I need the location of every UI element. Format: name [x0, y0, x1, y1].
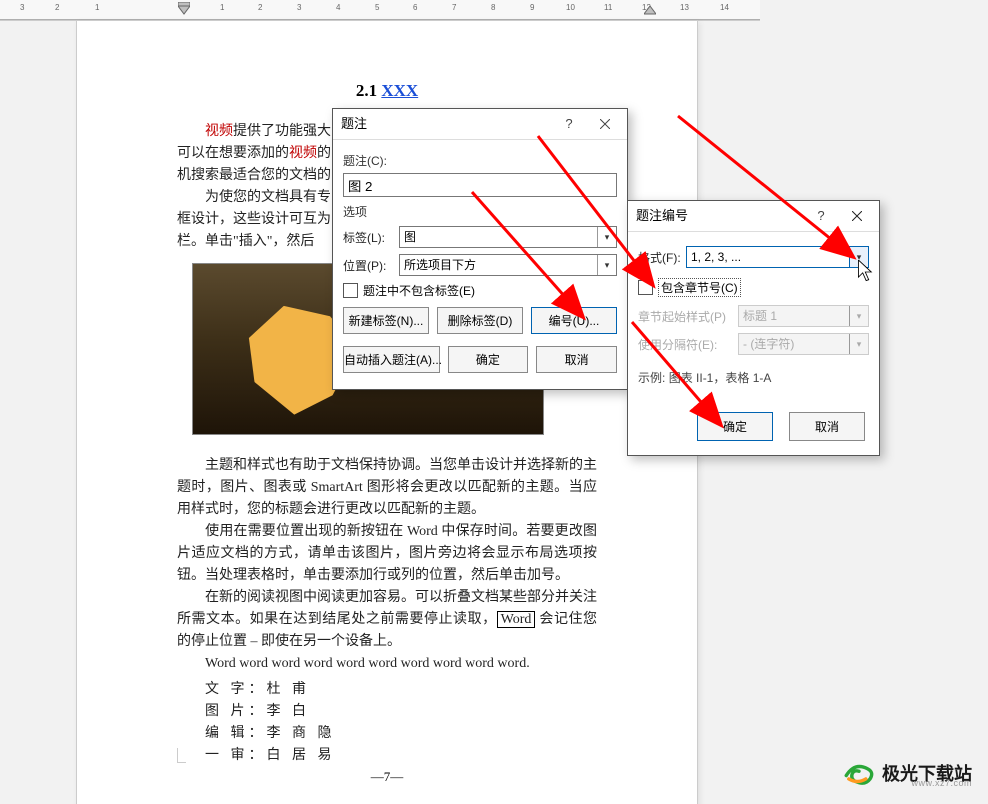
svg-text:11: 11: [604, 3, 613, 12]
doc-heading: 2.1 XXX: [177, 81, 597, 101]
heading-link[interactable]: XXX: [381, 81, 418, 100]
caption-label: 题注(C):: [343, 152, 617, 169]
close-button[interactable]: [587, 109, 623, 139]
branding-url: www.xz7.com: [911, 778, 972, 788]
delete-label-button[interactable]: 删除标签(D): [437, 307, 523, 334]
page-number: —7—: [77, 769, 697, 785]
exclude-label-checkbox[interactable]: 题注中不包含标签(E): [343, 282, 617, 299]
auto-insert-caption-button[interactable]: 自动插入题注(A)...: [343, 346, 440, 373]
dialog-titlebar[interactable]: 题注 ?: [333, 109, 627, 140]
separator-label: 使用分隔符(E):: [638, 336, 738, 353]
separator-select: - (连字符)▾: [738, 333, 869, 355]
position-select[interactable]: 所选项目下方▾: [399, 254, 617, 276]
svg-text:1: 1: [220, 3, 225, 12]
dialog-title-text: 题注编号: [636, 208, 688, 223]
svg-text:4: 4: [336, 3, 341, 12]
example-text: 示例: 图表 II-1，表格 1-A: [638, 369, 869, 386]
svg-text:2: 2: [55, 3, 60, 12]
chevron-down-icon: ▾: [849, 247, 868, 267]
svg-text:3: 3: [297, 3, 302, 12]
dialog-title-text: 题注: [341, 116, 367, 131]
branding-watermark: 极光下载站 www.xz7.com: [842, 760, 972, 786]
chapter-style-select: 标题 1▾: [738, 305, 869, 327]
chevron-down-icon: ▾: [849, 334, 868, 354]
close-button[interactable]: [839, 201, 875, 231]
include-chapter-checkbox[interactable]: 包含章节号(C): [638, 278, 869, 297]
chapter-style-label: 章节起始样式(P): [638, 308, 738, 325]
svg-text:1: 1: [95, 3, 100, 12]
cancel-button[interactable]: 取消: [789, 412, 865, 441]
page-break-marker: [177, 748, 186, 763]
svg-text:9: 9: [530, 3, 535, 12]
ruler: 321 123 456 789 101112 1314: [0, 0, 760, 21]
close-icon: [852, 211, 862, 221]
chevron-down-icon: ▾: [597, 255, 616, 275]
svg-text:5: 5: [375, 3, 380, 12]
dialog-titlebar[interactable]: 题注编号 ?: [628, 201, 879, 232]
include-chapter-text: 包含章节号(C): [658, 278, 741, 297]
caption-dialog: 题注 ? 题注(C): 选项 标签(L): 图▾ 位置(P): 所选项目下方▾ …: [332, 108, 628, 390]
format-label: 格式(F):: [638, 249, 686, 266]
svg-text:7: 7: [452, 3, 457, 12]
chevron-down-icon: ▾: [597, 227, 616, 247]
svg-text:8: 8: [491, 3, 496, 12]
help-button[interactable]: ?: [551, 109, 587, 139]
author-block: 文 字：杜 甫 图 片：李 白 编 辑：李 商 隐 一 审：白 居 易: [177, 679, 597, 767]
svg-text:3: 3: [20, 3, 25, 12]
chevron-down-icon: ▾: [849, 306, 868, 326]
help-button[interactable]: ?: [803, 201, 839, 231]
svg-text:13: 13: [680, 3, 689, 12]
label-select[interactable]: 图▾: [399, 226, 617, 248]
close-icon: [600, 119, 610, 129]
format-select[interactable]: 1, 2, 3, ...▾: [686, 246, 869, 268]
cancel-button[interactable]: 取消: [536, 346, 617, 373]
svg-text:2: 2: [258, 3, 263, 12]
new-label-button[interactable]: 新建标签(N)...: [343, 307, 429, 334]
numbering-button[interactable]: 编号(U)...: [531, 307, 617, 334]
svg-text:10: 10: [566, 3, 575, 12]
label-field-label: 标签(L):: [343, 229, 399, 246]
position-field-label: 位置(P):: [343, 257, 399, 274]
caption-numbering-dialog: 题注编号 ? 格式(F): 1, 2, 3, ...▾ 包含章节号(C) 章节起…: [627, 200, 880, 456]
exclude-label-text: 题注中不包含标签(E): [363, 282, 475, 299]
svg-text:6: 6: [413, 3, 418, 12]
caption-input[interactable]: [343, 173, 617, 197]
ok-button[interactable]: 确定: [697, 412, 773, 441]
logo-icon: [842, 760, 876, 786]
ok-button[interactable]: 确定: [448, 346, 529, 373]
svg-text:14: 14: [720, 3, 729, 12]
options-label: 选项: [343, 203, 617, 220]
doc-body-2: 主题和样式也有助于文档保持协调。当您单击设计并选择新的主题时，图片、图表或 Sm…: [177, 455, 597, 675]
